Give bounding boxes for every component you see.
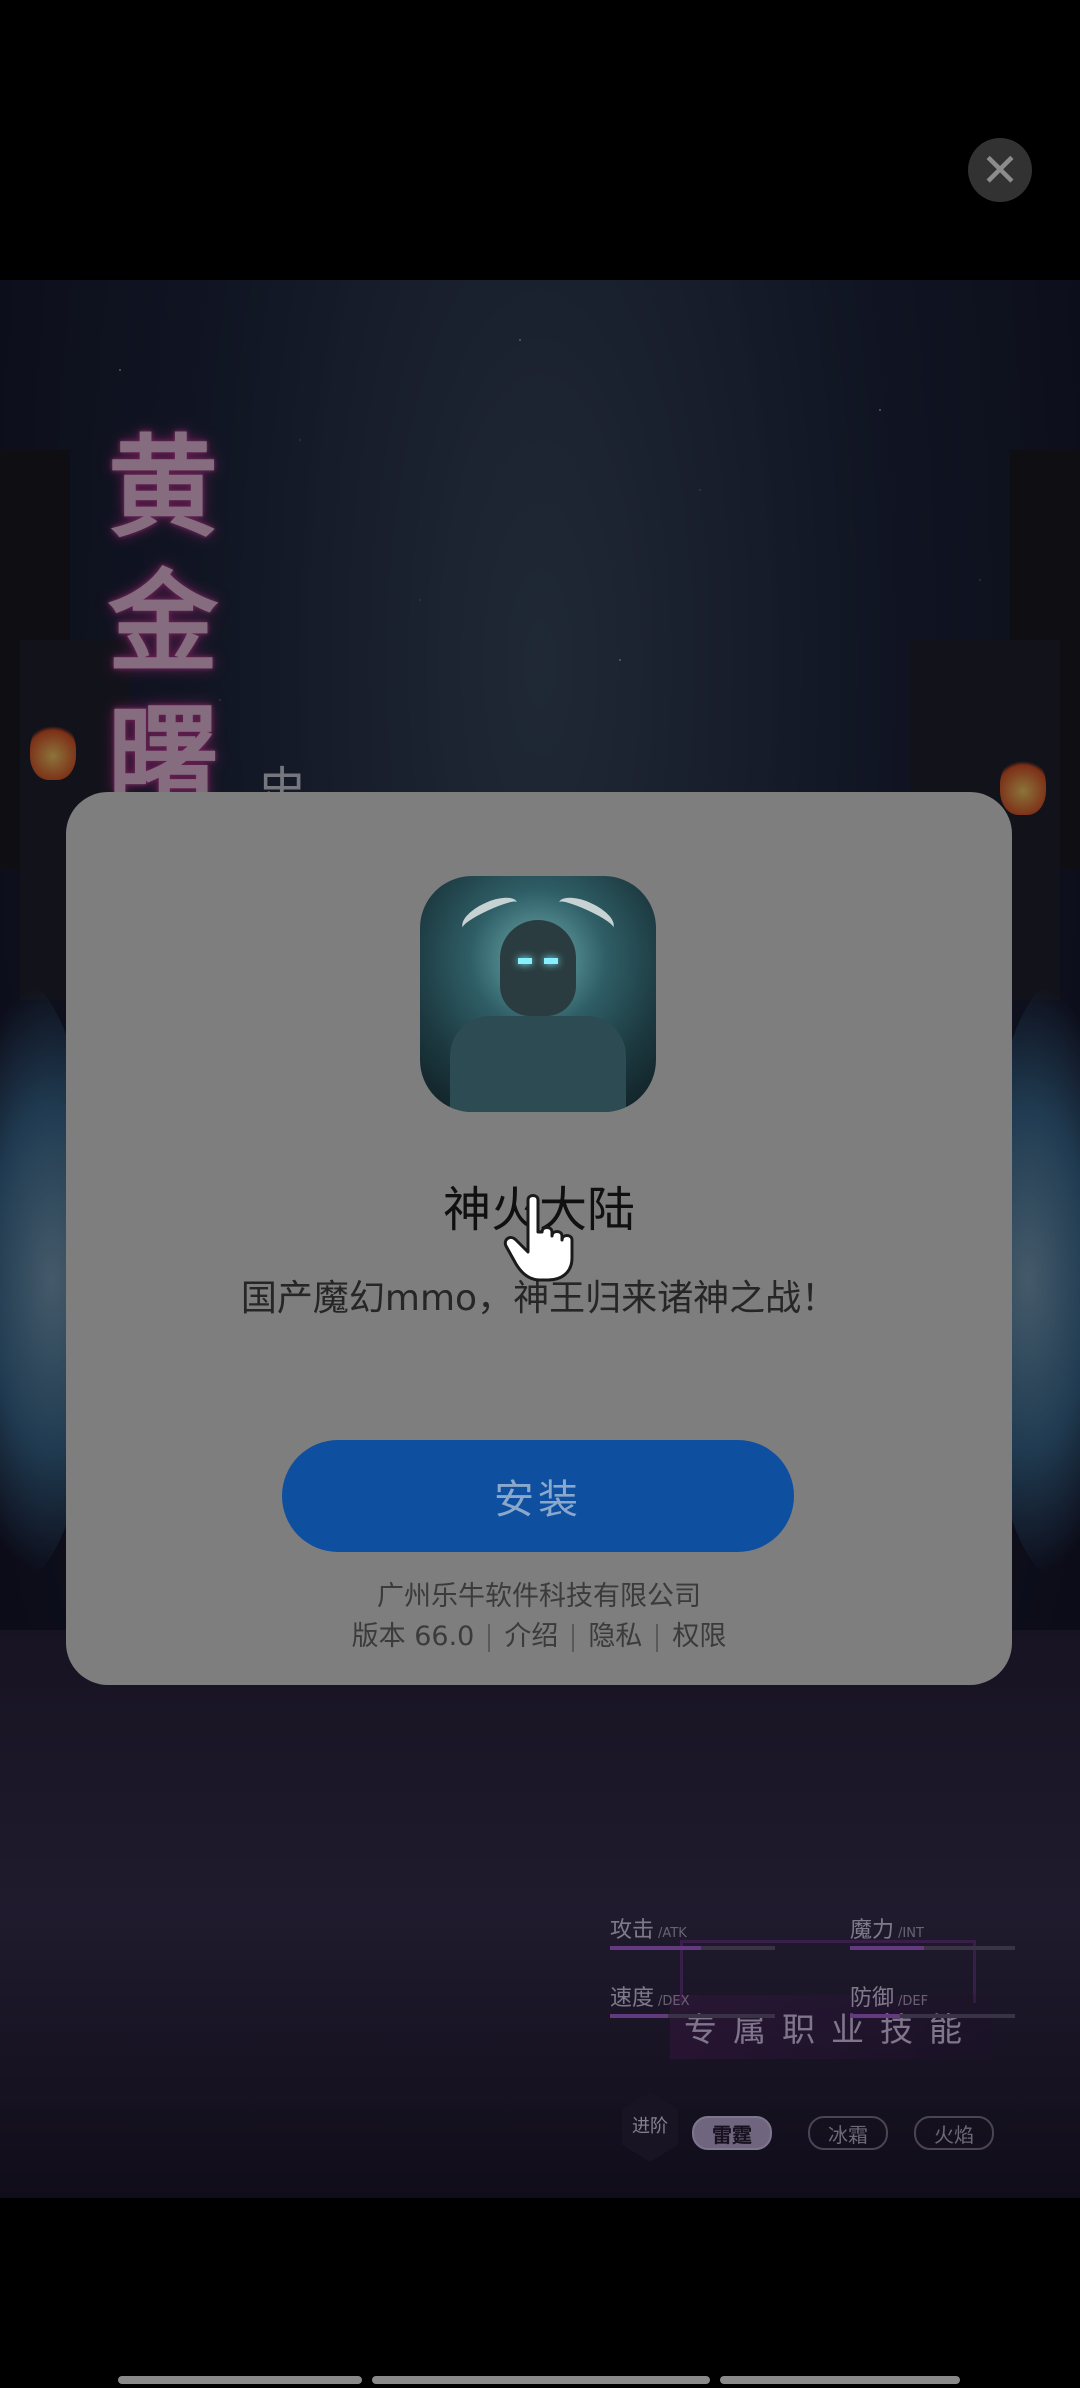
progress-segment [372,2376,710,2384]
knight-helmet [500,920,576,1016]
knight-armor [450,1016,626,1112]
progress-segment [118,2376,362,2384]
permissions-link[interactable]: 权限 [672,1621,726,1652]
install-button[interactable]: 安装 [282,1440,794,1552]
divider [488,1623,491,1652]
story-progress-bars [118,2376,960,2384]
app-meta-links: 版本 66.0 介绍 隐私 权限 [66,1614,1012,1653]
privacy-link[interactable]: 隐私 [588,1621,642,1652]
developer-name: 广州乐牛软件科技有限公司 [377,1581,701,1612]
progress-segment [720,2376,960,2384]
hand-pointer-icon [503,1194,574,1282]
intro-link[interactable]: 介绍 [504,1621,558,1652]
divider [656,1623,659,1652]
divider [572,1623,575,1652]
version-text: 版本 66.0 [351,1621,475,1652]
glowing-eye [544,958,558,964]
glowing-eye [518,958,532,964]
app-install-ad-screen: ✕ 黄 金 曙 史 专属职业技能 进阶 雷霆 冰霜 火焰 攻击/ATK 魔力/I… [0,0,1080,2388]
app-icon [420,876,656,1112]
